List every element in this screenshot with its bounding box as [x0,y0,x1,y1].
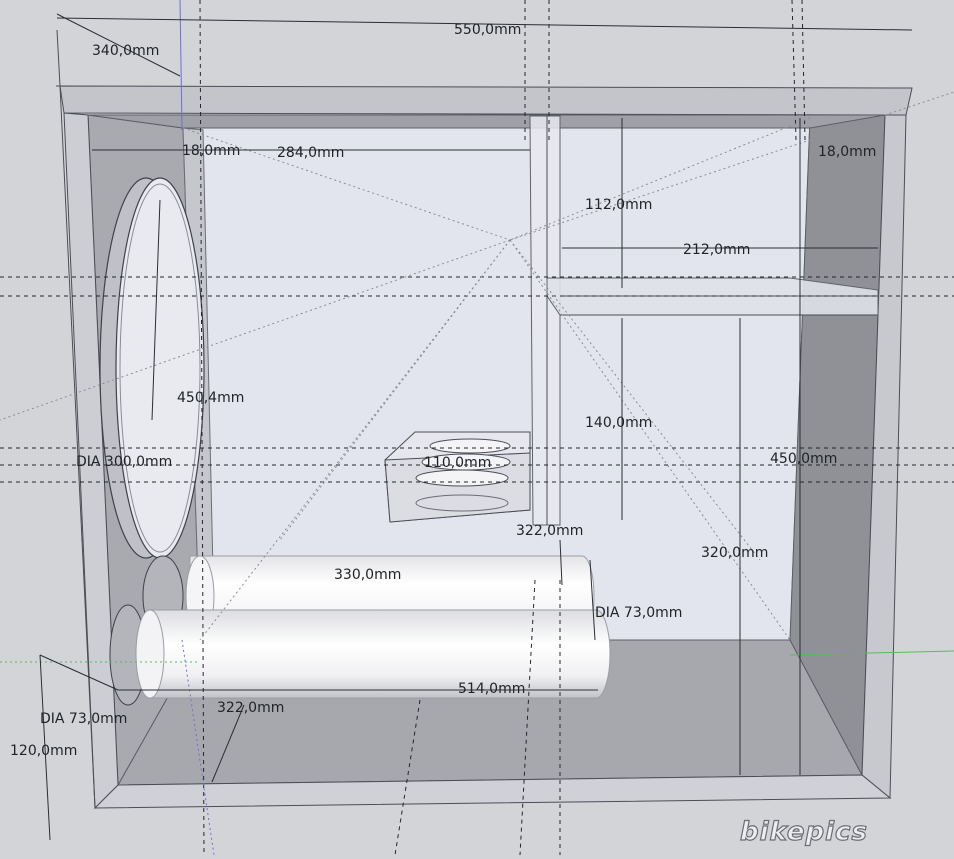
port-length-upper-label: 330,0mm [334,567,401,583]
depth-label: 340,0mm [92,43,159,59]
enclosure-drawing: 550,0mm 340,0mm 18,0mm 284,0mm 18,0mm 11… [0,0,954,856]
shelf-width-label: 212,0mm [683,242,750,258]
overall-width-label: 550,0mm [454,22,521,38]
bottom-depth-label: 322,0mm [217,700,284,716]
port-tube-lower [147,609,611,699]
speaker-hole-inner [115,177,205,559]
port-dia-left-label: DIA 73,0mm [40,711,127,727]
right-height-label: 320,0mm [701,545,768,561]
port-dia-right-label: DIA 73,0mm [595,605,682,621]
small-hole-label: 110,0mm [424,455,491,471]
front-frame-top [59,85,913,116]
offset-height-label: 120,0mm [10,743,77,759]
top-rail [87,114,886,129]
right-panel-label: 18,0mm [818,144,876,160]
chamber-width-label: 284,0mm [277,145,344,161]
watermark-logo: bikepics [740,817,868,847]
left-panel-label: 18,0mm [182,143,240,159]
port-length-lower-label: 514,0mm [458,681,525,697]
internal-height-label: 450,0mm [770,451,837,467]
cad-viewport[interactable]: 550,0mm 340,0mm 18,0mm 284,0mm 18,0mm 11… [0,0,954,856]
block-depth-label: 322,0mm [516,523,583,539]
port-block [384,431,531,523]
speaker-dia-label: DIA 300,0mm [76,454,172,470]
lower-height-label: 140,0mm [585,415,652,431]
upper-height-label: 112,0mm [585,197,652,213]
divider-panel [529,115,561,526]
speaker-cutout [99,177,205,559]
baffle-height-label: 450,4mm [177,390,244,406]
